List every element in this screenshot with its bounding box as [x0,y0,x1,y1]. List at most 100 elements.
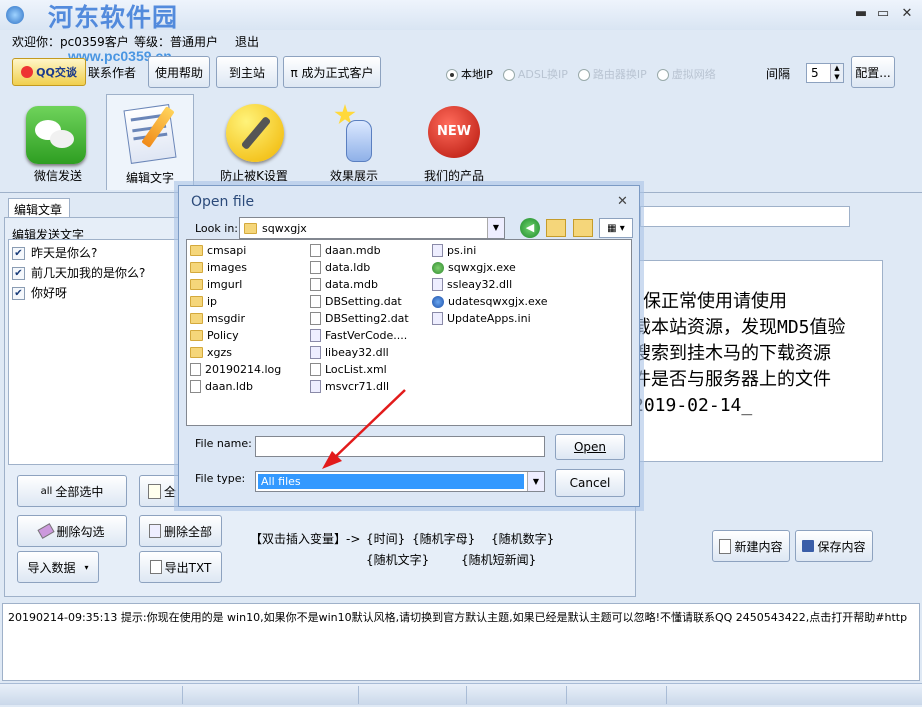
tab-our-products[interactable]: NEW 我们的产品 [410,98,498,188]
look-in-label: Look in: [195,222,238,235]
back-button[interactable]: ◀ [520,218,540,238]
var-random-news[interactable]: {随机短新闻} [461,551,536,568]
file-name: UpdateApps.ini [447,312,531,325]
select-all-button[interactable]: all 全部选中 [17,475,127,507]
file-name: daan.ldb [205,380,253,393]
var-random-letter[interactable]: {随机字母} [412,530,475,547]
main-site-button[interactable]: 到主站 [216,56,278,88]
look-in-dropdown[interactable]: sqwxgjx ▼ [239,217,505,239]
up-folder-icon[interactable] [546,219,566,237]
delete-all-button[interactable]: 删除全部 [139,515,222,547]
open-button[interactable]: Open [555,434,625,460]
tab-edit-text[interactable]: 编辑文字 [106,94,194,190]
file-item[interactable]: Policy [190,327,239,344]
new-doc-icon [719,538,732,554]
file-item[interactable]: ssleay32.dll [432,276,512,293]
radio-adsl[interactable]: ADSL换IP [502,66,568,82]
export-txt-button[interactable]: 导出TXT [139,551,222,583]
upgrade-button[interactable]: π 成为正式客户 [283,56,381,88]
file-name: daan.mdb [325,244,381,257]
delete-checked-button[interactable]: 删除勾选 [17,515,127,547]
file-item[interactable]: images [190,259,247,276]
radio-vpn[interactable]: 虚拟网络 [656,66,716,82]
file-item[interactable]: daan.ldb [190,378,253,395]
checkbox-checked-icon[interactable]: ✔ [12,287,25,300]
wechat-icon [26,106,86,164]
tab-anti-ban-settings[interactable]: 防止被K设置 [210,98,298,188]
contact-author-label[interactable]: 联系作者 [88,64,136,81]
file-item[interactable]: ps.ini [432,242,476,259]
file-item[interactable]: xgzs [190,344,232,361]
file-name: sqwxgjx.exe [448,261,516,274]
pointer-icon [332,104,376,162]
file-item[interactable]: DBSetting2.dat [310,310,409,327]
file-item[interactable]: daan.mdb [310,242,381,259]
file-name: cmsapi [207,244,247,257]
var-random-text[interactable]: {随机文字} [366,551,429,568]
subtab-edit-article[interactable]: 编辑文章 [8,198,70,218]
new-badge-icon: NEW [428,106,480,158]
file-icon [310,295,321,308]
radio-local-ip[interactable]: 本地IP [446,66,493,82]
file-item[interactable]: FastVerCode.... [310,327,407,344]
new-content-button[interactable]: 新建内容 [712,530,790,562]
tab-wechat-send[interactable]: 微信发送 [14,98,102,188]
folder-icon [190,245,203,256]
title-input[interactable] [640,206,850,227]
config-button[interactable]: 配置... [851,56,895,88]
cancel-button[interactable]: Cancel [555,469,625,497]
file-item[interactable]: LocList.xml [310,361,387,378]
file-item[interactable]: sqwxgjx.exe [432,259,516,276]
radio-router[interactable]: 路由器换IP [577,66,647,82]
help-button[interactable]: 使用帮助 [148,56,210,88]
close-button[interactable]: ✕ [898,6,916,22]
minimize-button[interactable]: ▬ [852,6,870,22]
qq-chat-button[interactable]: QQ交谈 [12,58,86,86]
list-item[interactable]: ✔ 前几天加我的是你么? [12,264,145,281]
maximize-button[interactable]: ▭ [874,6,892,22]
new-folder-icon[interactable] [573,219,593,237]
tab-effect-display[interactable]: 效果展示 [310,98,398,188]
import-data-dropdown[interactable]: 导入数据 ▾ [17,551,99,583]
network-mode-group: 本地IP ADSL换IP 路由器换IP 虚拟网络 [446,66,716,82]
file-item[interactable]: DBSetting.dat [310,293,402,310]
floppy-save-icon [802,540,815,552]
var-random-number[interactable]: {随机数字} [491,530,554,547]
file-name: FastVerCode.... [325,329,408,342]
file-item[interactable]: imgurl [190,276,242,293]
file-name: ip [207,295,218,308]
file-item[interactable]: msgdir [190,310,245,327]
dropdown-arrow-icon[interactable]: ▼ [487,218,504,238]
list-item[interactable]: ✔ 你好呀 [12,284,67,301]
save-content-button[interactable]: 保存内容 [795,530,873,562]
delete-doc-icon [148,524,161,538]
file-item[interactable]: udatesqwxgjx.exe [432,293,548,310]
spin-arrows-icon[interactable]: ▲ ▼ [830,64,843,82]
content-textarea[interactable]: 保正常使用请使用 载本站资源，发现MD5值验 搜索到挂木马的下载资源 件是否与服… [620,260,883,462]
file-name: DBSetting.dat [325,295,402,308]
folder-icon [190,347,203,358]
file-icon [310,278,321,291]
file-item[interactable]: ip [190,293,217,310]
qq-icon [21,66,34,78]
file-item[interactable]: libeay32.dll [310,344,389,361]
var-time[interactable]: {时间} [366,530,405,547]
checkbox-checked-icon[interactable]: ✔ [12,247,25,260]
file-item[interactable]: UpdateApps.ini [432,310,531,327]
dialog-close-icon[interactable]: ✕ [617,194,628,209]
interval-stepper[interactable]: 5 ▲ ▼ [806,63,844,83]
export-icon [149,560,162,574]
file-item[interactable]: 20190214.log [190,361,281,378]
file-item[interactable]: data.ldb [310,259,370,276]
wrench-icon [226,104,284,162]
settings-file-icon [432,278,443,291]
view-menu-icon[interactable]: ▦ ▾ [599,218,633,238]
checkbox-checked-icon[interactable]: ✔ [12,267,25,280]
file-item[interactable]: cmsapi [190,242,246,259]
logout-link[interactable]: 退出 [235,33,259,50]
list-item[interactable]: ✔ 昨天是你么? [12,244,97,261]
dropdown-arrow-icon[interactable]: ▼ [527,472,544,491]
insert-variable-label: 【双击插入变量】-> [250,532,361,546]
file-icon [310,363,321,376]
file-item[interactable]: data.mdb [310,276,378,293]
